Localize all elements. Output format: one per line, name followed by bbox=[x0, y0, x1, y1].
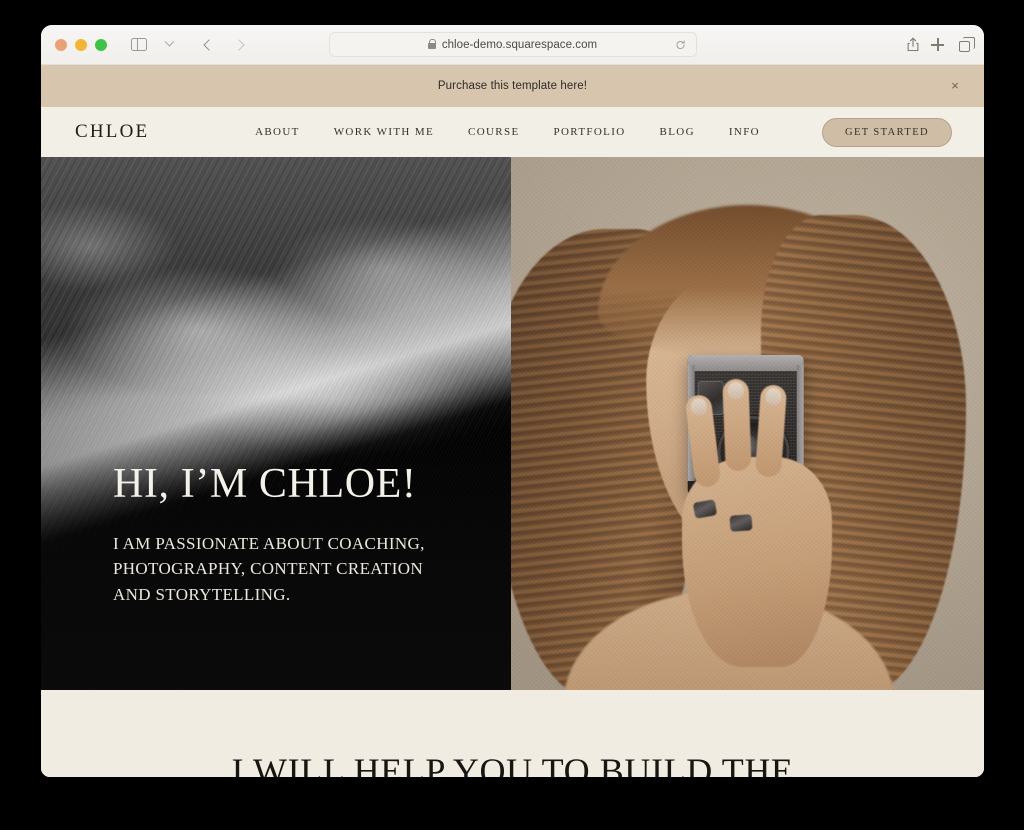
chevron-down-icon bbox=[164, 36, 174, 47]
tabs-icon[interactable] bbox=[959, 37, 975, 52]
tab-overview-button[interactable] bbox=[155, 32, 183, 58]
hero-right-panel bbox=[511, 157, 984, 690]
nav-item-blog[interactable]: BLOG bbox=[660, 126, 695, 138]
sidebar-icon bbox=[131, 38, 147, 51]
nav-item-course[interactable]: COURSE bbox=[468, 126, 520, 138]
get-started-button[interactable]: GET STARTED bbox=[821, 117, 952, 147]
zoom-window-button[interactable] bbox=[95, 38, 107, 51]
section-heading: I WILL HELP YOU TO BUILD THE bbox=[231, 751, 794, 777]
minimize-window-button[interactable] bbox=[75, 38, 87, 51]
announcement-text[interactable]: Purchase this template here! bbox=[438, 80, 587, 92]
nav-item-work-with-me[interactable]: WORK WITH ME bbox=[334, 126, 434, 138]
hero-title: HI, I’M CHLOE! bbox=[113, 461, 417, 508]
nav-item-portfolio[interactable]: PORTFOLIO bbox=[554, 126, 626, 138]
sidebar-toggle-button[interactable] bbox=[125, 32, 153, 58]
portrait-grain-overlay bbox=[511, 157, 984, 690]
announcement-bar: Purchase this template here! × bbox=[41, 65, 984, 107]
hero-subtitle: I AM PASSIONATE ABOUT COACHING, PHOTOGRA… bbox=[113, 533, 425, 605]
nav-item-about[interactable]: ABOUT bbox=[255, 126, 300, 138]
url-text: chloe-demo.squarespace.com bbox=[441, 38, 598, 51]
address-bar[interactable]: chloe-demo.squarespace.com bbox=[328, 32, 697, 57]
seascape-scrim bbox=[41, 157, 511, 690]
page-viewport: Purchase this template here! × CHLOE ABO… bbox=[41, 65, 984, 777]
hero-copy: HI, I’M CHLOE! I AM PASSIONATE ABOUT COA… bbox=[113, 462, 453, 608]
back-icon bbox=[203, 38, 215, 51]
traffic-lights bbox=[55, 38, 107, 51]
navigation-controls bbox=[125, 32, 253, 58]
browser-window: chloe-demo.squarespace.com Purchase this… bbox=[41, 25, 984, 777]
forward-button[interactable] bbox=[225, 32, 253, 58]
back-button[interactable] bbox=[195, 32, 223, 58]
hero-left-panel: HI, I’M CHLOE! I AM PASSIONATE ABOUT COA… bbox=[41, 157, 511, 690]
lock-icon bbox=[427, 38, 437, 49]
toolbar-right-actions bbox=[907, 25, 975, 64]
plus-icon[interactable] bbox=[931, 38, 944, 51]
share-icon[interactable] bbox=[907, 37, 919, 52]
reload-icon[interactable] bbox=[675, 39, 686, 50]
browser-toolbar: chloe-demo.squarespace.com bbox=[41, 25, 984, 65]
site-logo[interactable]: CHLOE bbox=[75, 121, 149, 143]
forward-icon bbox=[233, 38, 245, 51]
nav-item-info[interactable]: INFO bbox=[729, 126, 760, 138]
below-hero-section: I WILL HELP YOU TO BUILD THE bbox=[41, 690, 984, 777]
close-window-button[interactable] bbox=[55, 38, 67, 51]
site-header: CHLOE ABOUT WORK WITH ME COURSE PORTFOLI… bbox=[41, 107, 984, 157]
hero-section: HI, I’M CHLOE! I AM PASSIONATE ABOUT COA… bbox=[41, 157, 984, 690]
close-icon[interactable]: × bbox=[948, 79, 962, 93]
main-navigation: ABOUT WORK WITH ME COURSE PORTFOLIO BLOG… bbox=[255, 117, 952, 147]
